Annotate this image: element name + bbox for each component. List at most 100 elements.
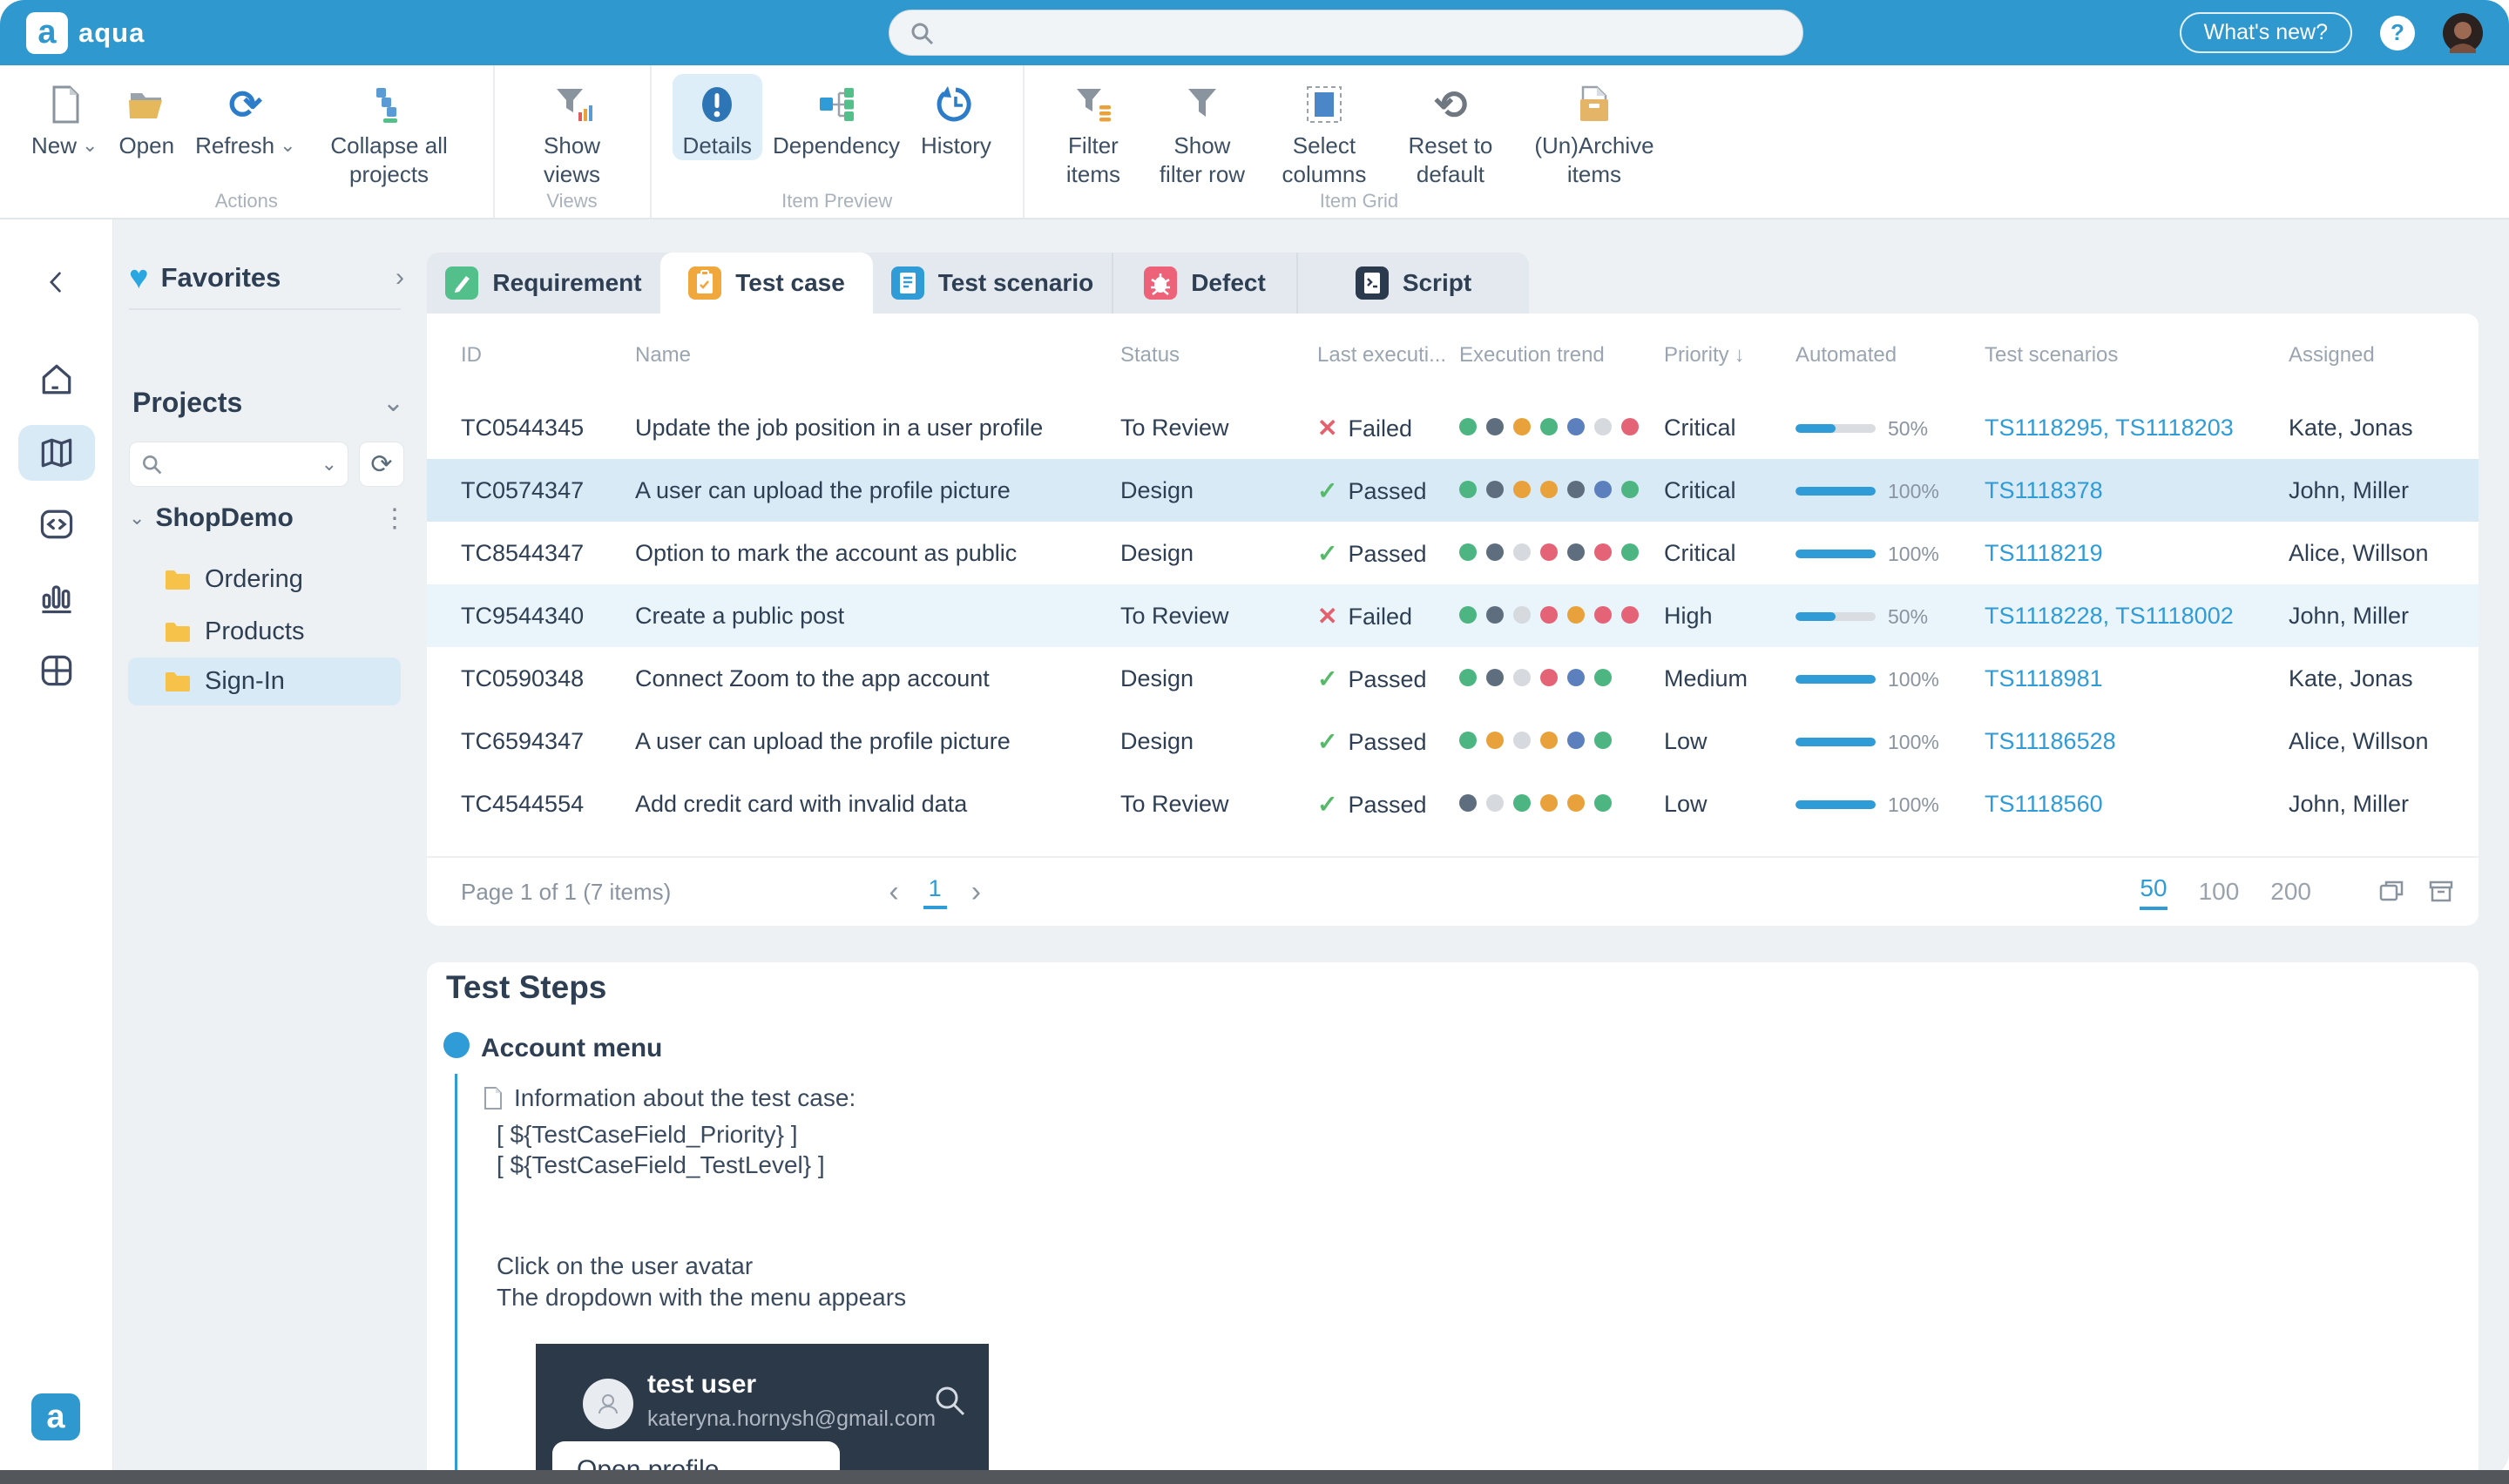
copy-icon[interactable] <box>2377 877 2407 907</box>
chevron-right-icon[interactable]: › <box>396 263 404 293</box>
bar-chart-icon <box>37 577 77 617</box>
table-row[interactable]: TC9544340 Create a public post To Review… <box>427 584 2479 647</box>
step-field-line: [ ${TestCaseField_Priority} ] <box>497 1121 798 1149</box>
new-label: New <box>31 132 77 160</box>
step-name[interactable]: Account menu <box>481 1034 662 1063</box>
test-scenario-link[interactable]: TS1118560 <box>1985 791 2103 817</box>
cell-name: Option to mark the account as public <box>635 540 1120 567</box>
refresh-button[interactable]: ⟳ Refresh⌄ <box>185 74 306 160</box>
column-header-last-execution[interactable]: Last executi... <box>1317 343 1459 368</box>
dependency-button[interactable]: Dependency <box>762 74 910 160</box>
test-scenario-link[interactable]: TS1118378 <box>1985 477 2103 503</box>
archive-icon[interactable] <box>2426 877 2456 907</box>
show-views-label: Show views <box>526 132 619 188</box>
history-button[interactable]: History <box>910 74 1002 160</box>
column-header-id[interactable]: ID <box>461 343 635 368</box>
cell-priority: Critical <box>1664 415 1796 442</box>
cell-id: TC9544340 <box>461 603 635 630</box>
table-row[interactable]: TC8544347 Option to mark the account as … <box>427 522 2479 584</box>
chevron-down-icon[interactable]: ⌄ <box>382 388 404 418</box>
passed-icon <box>1317 664 1337 693</box>
show-filter-row-button[interactable]: Show filter row <box>1141 74 1263 188</box>
cell-priority: Critical <box>1664 540 1796 567</box>
script-icon <box>1356 266 1389 300</box>
select-columns-label: Select columns <box>1274 132 1375 188</box>
test-scenario-link[interactable]: TS1118295, TS1118203 <box>1985 415 2234 441</box>
project-node-shopdemo[interactable]: ⌄ ShopDemo ⋮ <box>129 496 408 540</box>
column-header-execution-trend[interactable]: Execution trend <box>1459 343 1664 368</box>
cell-name: Connect Zoom to the app account <box>635 665 1120 692</box>
rail-item-test-execution[interactable] <box>18 496 95 552</box>
document-icon <box>483 1086 504 1110</box>
page-number[interactable]: 1 <box>923 875 947 909</box>
column-header-test-scenarios[interactable]: Test scenarios <box>1985 343 2289 368</box>
project-search-input[interactable]: ⌄ <box>129 442 348 487</box>
rail-item-dashboards[interactable] <box>18 643 95 698</box>
table-row[interactable]: TC0590348 Connect Zoom to the app accoun… <box>427 647 2479 710</box>
logo-letter: a <box>46 1399 64 1436</box>
page-size-100[interactable]: 100 <box>2199 878 2240 906</box>
next-page-button[interactable]: › <box>971 875 981 909</box>
tab-requirement[interactable]: Requirement <box>427 253 660 314</box>
cell-id: TC0574347 <box>461 477 635 504</box>
collapse-all-projects-button[interactable]: Collapse all projects <box>307 74 472 188</box>
main-content: Requirement Test case Test scenario Defe… <box>427 219 2479 1477</box>
rail-item-reports[interactable] <box>18 570 95 625</box>
global-search-input[interactable] <box>889 10 1803 56</box>
chevron-down-icon[interactable]: ⌄ <box>129 509 145 528</box>
cell-assigned: Kate, Jonas <box>2289 415 2479 442</box>
select-columns-button[interactable]: Select columns <box>1263 74 1385 188</box>
unarchive-items-button[interactable]: (Un)Archive items <box>1516 74 1673 188</box>
test-scenario-link[interactable]: TS1118981 <box>1985 665 2103 691</box>
brand-name: aqua <box>78 17 145 49</box>
table-row[interactable]: TC4544554 Add credit card with invalid d… <box>427 772 2479 835</box>
tab-script[interactable]: Script <box>1296 253 1529 314</box>
project-sidebar: ♥ Favorites › Projects ⌄ ⌄ ⟳ ⌄ ShopDemo … <box>113 219 427 1477</box>
tab-defect[interactable]: Defect <box>1112 253 1296 314</box>
filter-items-label: Filter items <box>1056 132 1131 188</box>
test-scenario-link[interactable]: TS1118228, TS1118002 <box>1985 603 2234 629</box>
folder-item-products[interactable]: Products <box>128 608 401 656</box>
column-header-priority[interactable]: Priority <box>1664 343 1796 368</box>
show-views-button[interactable]: Show views <box>516 74 629 188</box>
show-filter-row-icon <box>1182 84 1222 125</box>
prev-page-button[interactable]: ‹ <box>889 875 898 909</box>
reset-to-default-button[interactable]: ⟲ Reset to default <box>1385 74 1516 188</box>
kebab-menu-icon[interactable]: ⋮ <box>382 503 408 534</box>
folder-item-signin[interactable]: Sign-In <box>128 658 401 705</box>
table-row[interactable]: TC6594347 A user can upload the profile … <box>427 710 2479 772</box>
open-button[interactable]: Open <box>108 74 185 160</box>
tab-test-case[interactable]: Test case <box>660 253 873 314</box>
column-header-automated[interactable]: Automated <box>1796 343 1985 368</box>
user-avatar[interactable] <box>2443 13 2483 53</box>
table-row[interactable]: TC0544345 Update the job position in a u… <box>427 396 2479 459</box>
column-header-assigned[interactable]: Assigned <box>2289 343 2479 368</box>
rail-item-home[interactable] <box>18 352 95 408</box>
table-row-selected[interactable]: TC0574347 A user can upload the profile … <box>427 459 2479 522</box>
whats-new-button[interactable]: What's new? <box>2180 12 2352 53</box>
column-header-name[interactable]: Name <box>635 343 1120 368</box>
step-attachment-screenshot[interactable]: test user kateryna.hornysh@gmail.com Ope… <box>536 1344 989 1477</box>
folder-item-ordering[interactable]: Ordering <box>128 556 401 604</box>
new-button[interactable]: New⌄ <box>21 74 108 160</box>
test-scenario-link[interactable]: TS1118219 <box>1985 540 2103 566</box>
refresh-tree-button[interactable]: ⟳ <box>359 442 404 487</box>
help-button[interactable]: ? <box>2380 16 2415 51</box>
cell-assigned: John, Miller <box>2289 477 2479 504</box>
archive-box-icon <box>1574 84 1614 125</box>
dependency-icon <box>816 84 856 125</box>
search-icon <box>931 1382 968 1419</box>
test-scenario-link[interactable]: TS11186528 <box>1985 728 2116 754</box>
tab-test-scenario[interactable]: Test scenario <box>873 253 1112 314</box>
chevron-down-icon[interactable]: ⌄ <box>321 455 337 474</box>
filter-items-button[interactable]: Filter items <box>1045 74 1141 188</box>
projects-section-header[interactable]: Projects ⌄ <box>132 387 404 419</box>
rail-item-projects[interactable] <box>18 425 95 481</box>
page-size-200[interactable]: 200 <box>2270 878 2311 906</box>
column-header-status[interactable]: Status <box>1120 343 1317 368</box>
favorites-section[interactable]: ♥ Favorites › <box>129 261 404 294</box>
details-button[interactable]: Details <box>673 74 762 160</box>
test-scenario-icon <box>891 266 924 300</box>
page-size-50[interactable]: 50 <box>2140 874 2167 910</box>
collapse-sidebar-button[interactable] <box>18 254 95 310</box>
